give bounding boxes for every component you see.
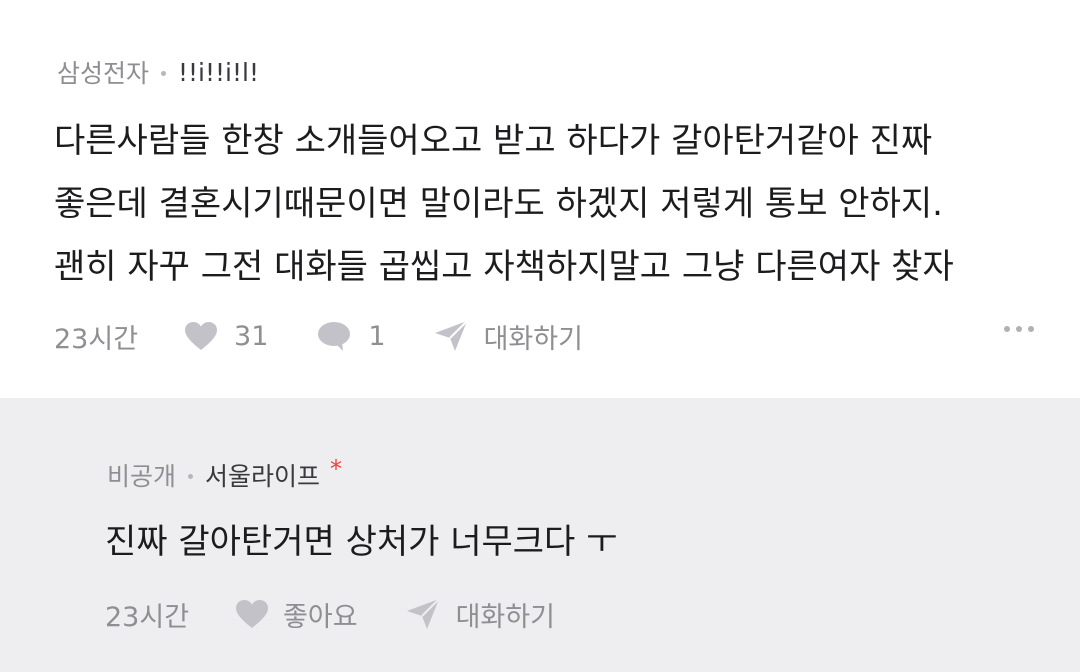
separator-dot — [188, 473, 194, 479]
original-author-mark: * — [330, 455, 343, 483]
comment-thread: 삼성전자 !!i!!i!l! 다른사람들 한창 소개들어오고 받고 하다가 갈아… — [0, 0, 1080, 672]
comment-body: 다른사람들 한창 소개들어오고 받고 하다가 갈아탄거같아 진짜 좋은데 결혼시… — [54, 110, 954, 299]
reply-button[interactable]: 1 — [316, 320, 386, 352]
reply-body: 진짜 갈아탄거면 상처가 너무크다 ㅜ — [105, 522, 618, 562]
comment-actions: 23시간 31 1 대화하기 — [54, 316, 1034, 356]
chat-button[interactable]: 대화하기 — [406, 595, 555, 634]
like-label: 좋아요 — [283, 601, 358, 633]
comment: 삼성전자 !!i!!i!l! 다른사람들 한창 소개들어오고 받고 하다가 갈아… — [0, 0, 1080, 398]
reply: 비공개 서울라이프 * 진짜 갈아탄거면 상처가 너무크다 ㅜ 23시간 좋아요 — [0, 398, 1080, 672]
author-nickname[interactable]: !!i!!i!l! — [178, 58, 259, 87]
separator-dot — [161, 70, 167, 76]
like-button[interactable]: 31 — [184, 321, 268, 352]
chat-label: 대화하기 — [483, 323, 583, 355]
more-dot-icon — [1016, 326, 1022, 332]
reply-time: 23시간 — [105, 601, 190, 633]
reply-count: 1 — [368, 320, 386, 352]
comment-time: 23시간 — [54, 323, 139, 355]
speech-bubble-icon — [316, 320, 352, 352]
like-button[interactable]: 좋아요 — [235, 595, 358, 634]
comment-line-3: 괜히 자꾸 그전 대화들 곱씹고 자책하지말고 그냥 다른여자 찾자 — [54, 247, 954, 287]
author-company: 삼성전자 — [57, 59, 150, 88]
reply-actions: 23시간 좋아요 대화하기 — [105, 594, 555, 634]
more-dot-icon — [1028, 326, 1034, 332]
send-icon — [434, 320, 468, 352]
like-count: 31 — [234, 320, 269, 352]
heart-icon — [235, 599, 269, 629]
more-options-button[interactable] — [1004, 326, 1034, 332]
reply-author-meta: 비공개 서울라이프 * — [107, 455, 343, 493]
more-dot-icon — [1004, 326, 1010, 332]
heart-icon — [184, 321, 218, 351]
author-nickname[interactable]: 서울라이프 — [205, 457, 320, 493]
send-icon — [406, 598, 440, 630]
comment-line-1: 다른사람들 한창 소개들어오고 받고 하다가 갈아탄거같아 진짜 — [54, 121, 933, 161]
chat-button[interactable]: 대화하기 — [434, 317, 583, 356]
author-company: 비공개 — [107, 462, 177, 491]
comment-line-2: 좋은데 결혼시기때문이면 말이라도 하겠지 저렇게 통보 안하지. — [54, 184, 943, 224]
chat-label: 대화하기 — [455, 601, 555, 633]
comment-author-meta: 삼성전자 !!i!!i!l! — [57, 54, 259, 90]
